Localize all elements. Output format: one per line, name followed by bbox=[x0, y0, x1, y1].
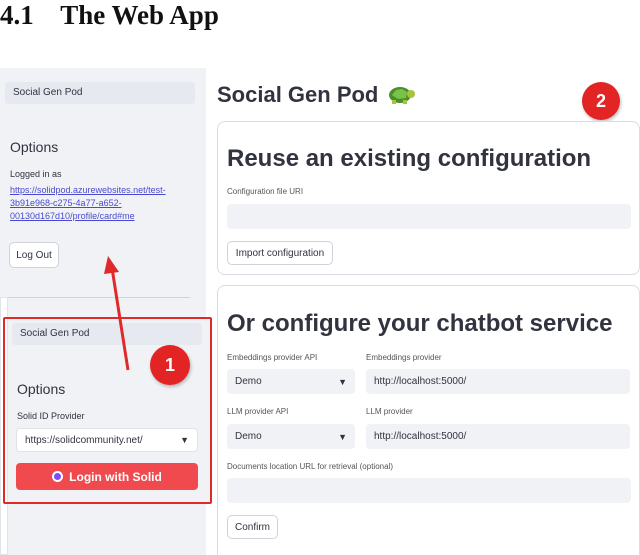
import-configuration-button[interactable]: Import configuration bbox=[227, 241, 333, 265]
logged-in-label: Logged in as bbox=[10, 169, 62, 179]
llm-api-select[interactable]: Demo ▼ bbox=[227, 424, 355, 449]
llm-api-value: Demo bbox=[235, 431, 262, 442]
embeddings-api-label: Embeddings provider API bbox=[227, 353, 318, 362]
confirm-button[interactable]: Confirm bbox=[227, 515, 278, 539]
chevron-down-icon: ▼ bbox=[338, 431, 347, 442]
webid-link-line-3: 00130d167d10/profile/card#me bbox=[10, 211, 135, 221]
main-title: Social Gen Pod bbox=[217, 82, 416, 108]
turtle-icon bbox=[389, 87, 416, 104]
badge-2: 2 bbox=[582, 82, 620, 120]
sidebar-options-title: Options bbox=[10, 139, 59, 155]
llm-provider-input[interactable]: http://localhost:5000/ bbox=[366, 424, 630, 449]
badge-1: 1 bbox=[150, 345, 190, 385]
webid-link-line-2: 3b91e968-c275-4a77-a652- bbox=[10, 198, 122, 208]
config-file-input[interactable] bbox=[227, 204, 631, 229]
chevron-down-icon: ▼ bbox=[338, 376, 347, 387]
webid-link[interactable]: https://solidpod.azurewebsites.net/test-… bbox=[10, 184, 200, 223]
embeddings-api-select[interactable]: Demo ▼ bbox=[227, 369, 355, 394]
config-file-label: Configuration file URI bbox=[227, 187, 304, 196]
webid-link-line-1: https://solidpod.azurewebsites.net/test- bbox=[10, 185, 166, 195]
sidebar-app-name: Social Gen Pod bbox=[5, 82, 195, 104]
configure-title: Or configure your chatbot service bbox=[227, 310, 613, 337]
arrow-head bbox=[104, 256, 119, 274]
arrow-annotation bbox=[104, 256, 130, 371]
embeddings-api-value: Demo bbox=[235, 376, 262, 387]
llm-provider-label: LLM provider bbox=[366, 407, 413, 416]
documents-location-input[interactable] bbox=[227, 478, 631, 503]
embeddings-provider-input[interactable]: http://localhost:5000/ bbox=[366, 369, 630, 394]
reuse-config-title: Reuse an existing configuration bbox=[227, 145, 592, 172]
section-heading: 4.1 The Web App bbox=[0, 0, 219, 30]
embeddings-provider-label: Embeddings provider bbox=[366, 353, 442, 362]
arrow-line bbox=[110, 267, 130, 371]
documents-location-label: Documents location URL for retrieval (op… bbox=[227, 462, 393, 471]
main-title-text: Social Gen Pod bbox=[217, 82, 379, 107]
logout-button[interactable]: Log Out bbox=[9, 242, 59, 268]
llm-api-label: LLM provider API bbox=[227, 407, 289, 416]
